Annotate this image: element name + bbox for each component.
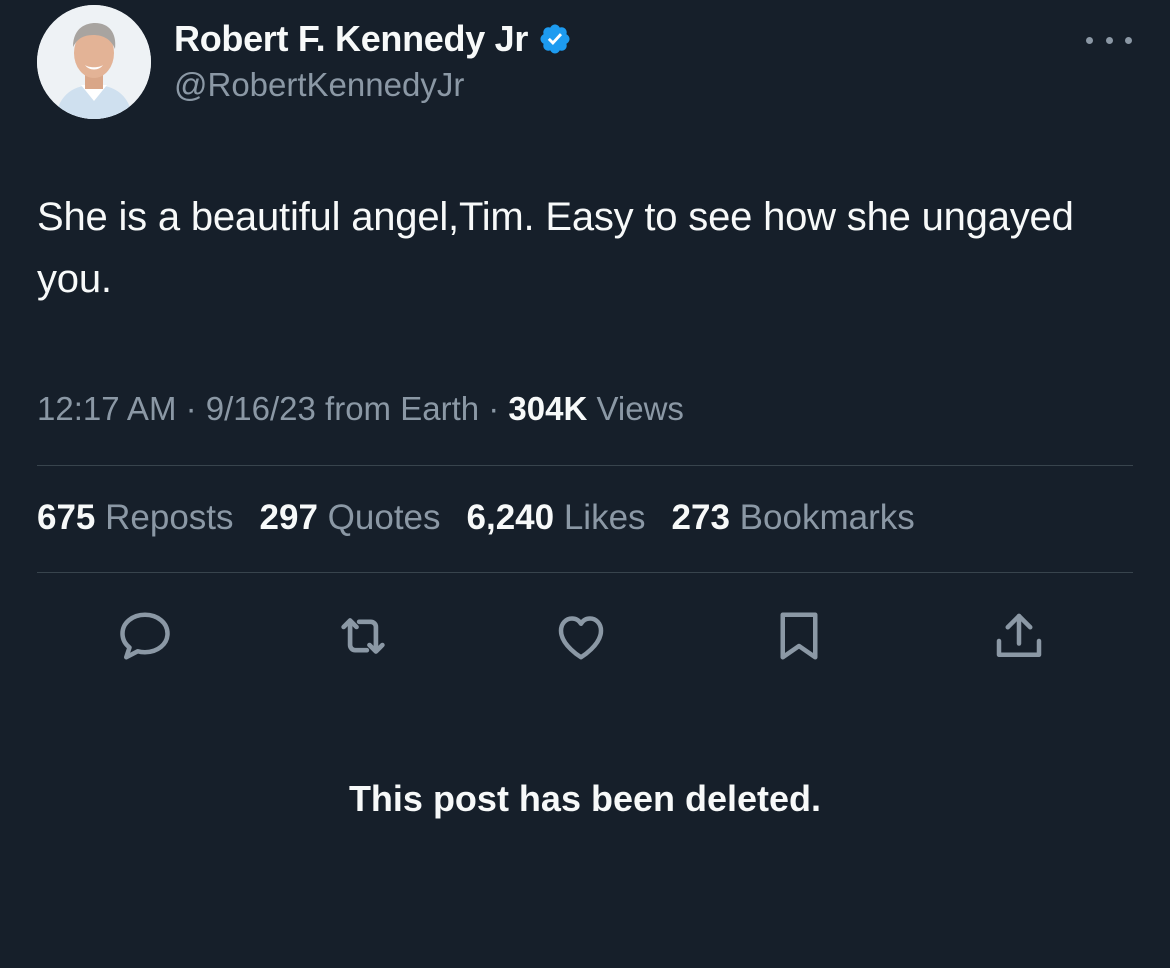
- divider: [37, 465, 1133, 466]
- stat-bookmarks[interactable]: 273 Bookmarks: [672, 498, 915, 538]
- repost-icon[interactable]: [332, 605, 394, 667]
- views-count: 304K: [508, 390, 588, 427]
- stat-reposts[interactable]: 675 Reposts: [37, 498, 234, 538]
- more-dot: [1125, 36, 1132, 44]
- verified-badge-icon[interactable]: [538, 22, 572, 56]
- more-options-icon[interactable]: [1086, 28, 1132, 52]
- deleted-notice: This post has been deleted.: [348, 778, 822, 819]
- likes-count: 6,240: [466, 498, 555, 537]
- reply-icon[interactable]: [114, 605, 176, 667]
- display-name[interactable]: Robert F. Kennedy Jr: [174, 18, 528, 60]
- tweet-meta: 12:17 AM · 9/16/23 from Earth · 304K Vie…: [37, 390, 684, 428]
- reposts-label: Reposts: [95, 498, 234, 537]
- tweet-date[interactable]: 9/16/23: [206, 390, 316, 427]
- more-dot: [1086, 36, 1093, 44]
- like-icon[interactable]: [550, 605, 612, 667]
- author-name-row: Robert F. Kennedy Jr: [174, 16, 572, 62]
- meta-separator: ·: [479, 390, 509, 427]
- stat-quotes[interactable]: 297 Quotes: [260, 498, 441, 538]
- quotes-count: 297: [259, 498, 318, 537]
- bookmark-icon[interactable]: [768, 605, 830, 667]
- tweet-source: from Earth: [315, 390, 480, 427]
- author-handle[interactable]: @RobertKennedyJr: [174, 66, 464, 104]
- more-dot: [1105, 36, 1113, 44]
- bookmarks-count: 273: [671, 498, 730, 537]
- share-icon[interactable]: [988, 605, 1050, 667]
- tweet-time[interactable]: 12:17 AM: [37, 390, 176, 427]
- divider: [37, 572, 1133, 573]
- stat-likes[interactable]: 6,240 Likes: [467, 498, 646, 538]
- engagement-stats: 675 Reposts 297 Quotes 6,240 Likes 273 B…: [37, 498, 941, 538]
- tweet-text: She is a beautiful angel,Tim. Easy to se…: [37, 195, 1074, 301]
- reposts-count: 675: [37, 498, 96, 537]
- action-bar: [0, 605, 1170, 667]
- meta-separator: ·: [176, 390, 206, 427]
- quotes-label: Quotes: [317, 498, 441, 537]
- bookmarks-label: Bookmarks: [729, 498, 915, 537]
- avatar[interactable]: [37, 5, 151, 119]
- likes-label: Likes: [554, 498, 646, 537]
- views-label: Views: [587, 390, 684, 427]
